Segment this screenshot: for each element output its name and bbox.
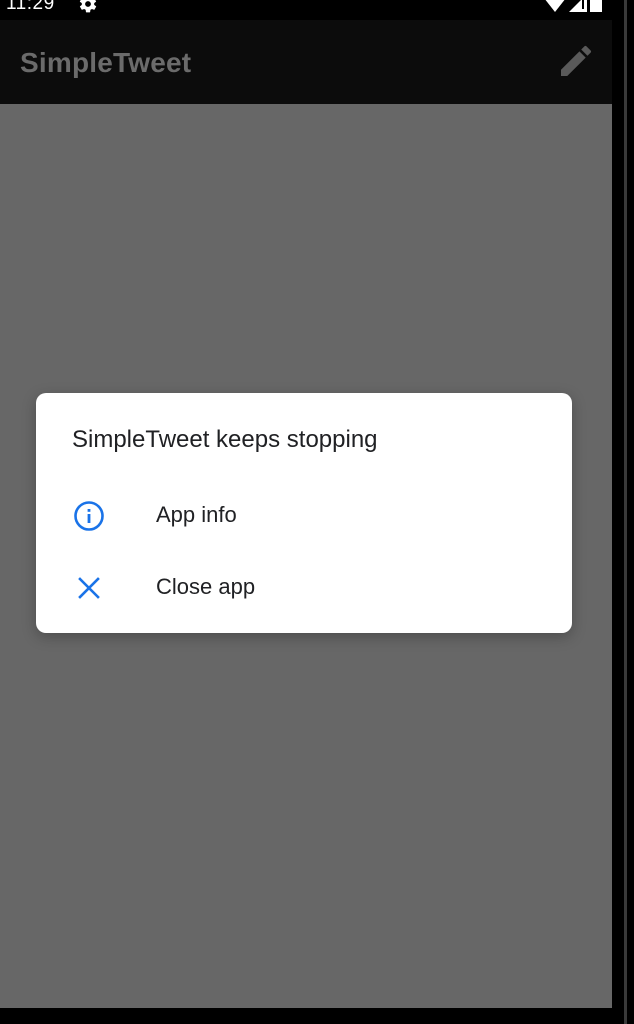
close-app-label: Close app	[156, 574, 256, 599]
window-edge	[612, 0, 634, 1024]
app-info-button[interactable]: App info	[36, 479, 572, 551]
compose-button[interactable]	[552, 39, 600, 87]
status-time: 11:29	[6, 0, 55, 14]
device-screen: 11:29 SimpleTweet SimpleTweet keeps stop…	[0, 0, 634, 1024]
app-toolbar: SimpleTweet	[0, 20, 612, 104]
wifi-icon	[544, 0, 566, 17]
navigation-bar	[0, 1008, 612, 1024]
signal-icon	[569, 0, 587, 17]
status-icons	[544, 0, 602, 12]
app-info-label: App info	[156, 502, 237, 527]
crash-dialog: SimpleTweet keeps stopping App info Clos…	[36, 393, 572, 633]
close-icon	[72, 571, 106, 605]
dialog-title: SimpleTweet keeps stopping	[72, 426, 378, 453]
app-title: SimpleTweet	[20, 47, 192, 78]
pencil-icon	[556, 41, 596, 86]
status-bar: 11:29	[0, 0, 612, 20]
info-icon	[72, 499, 106, 533]
gear-icon	[78, 0, 98, 14]
window-edge-line	[624, 0, 627, 1024]
battery-icon	[590, 0, 602, 17]
close-app-button[interactable]: Close app	[36, 551, 572, 623]
